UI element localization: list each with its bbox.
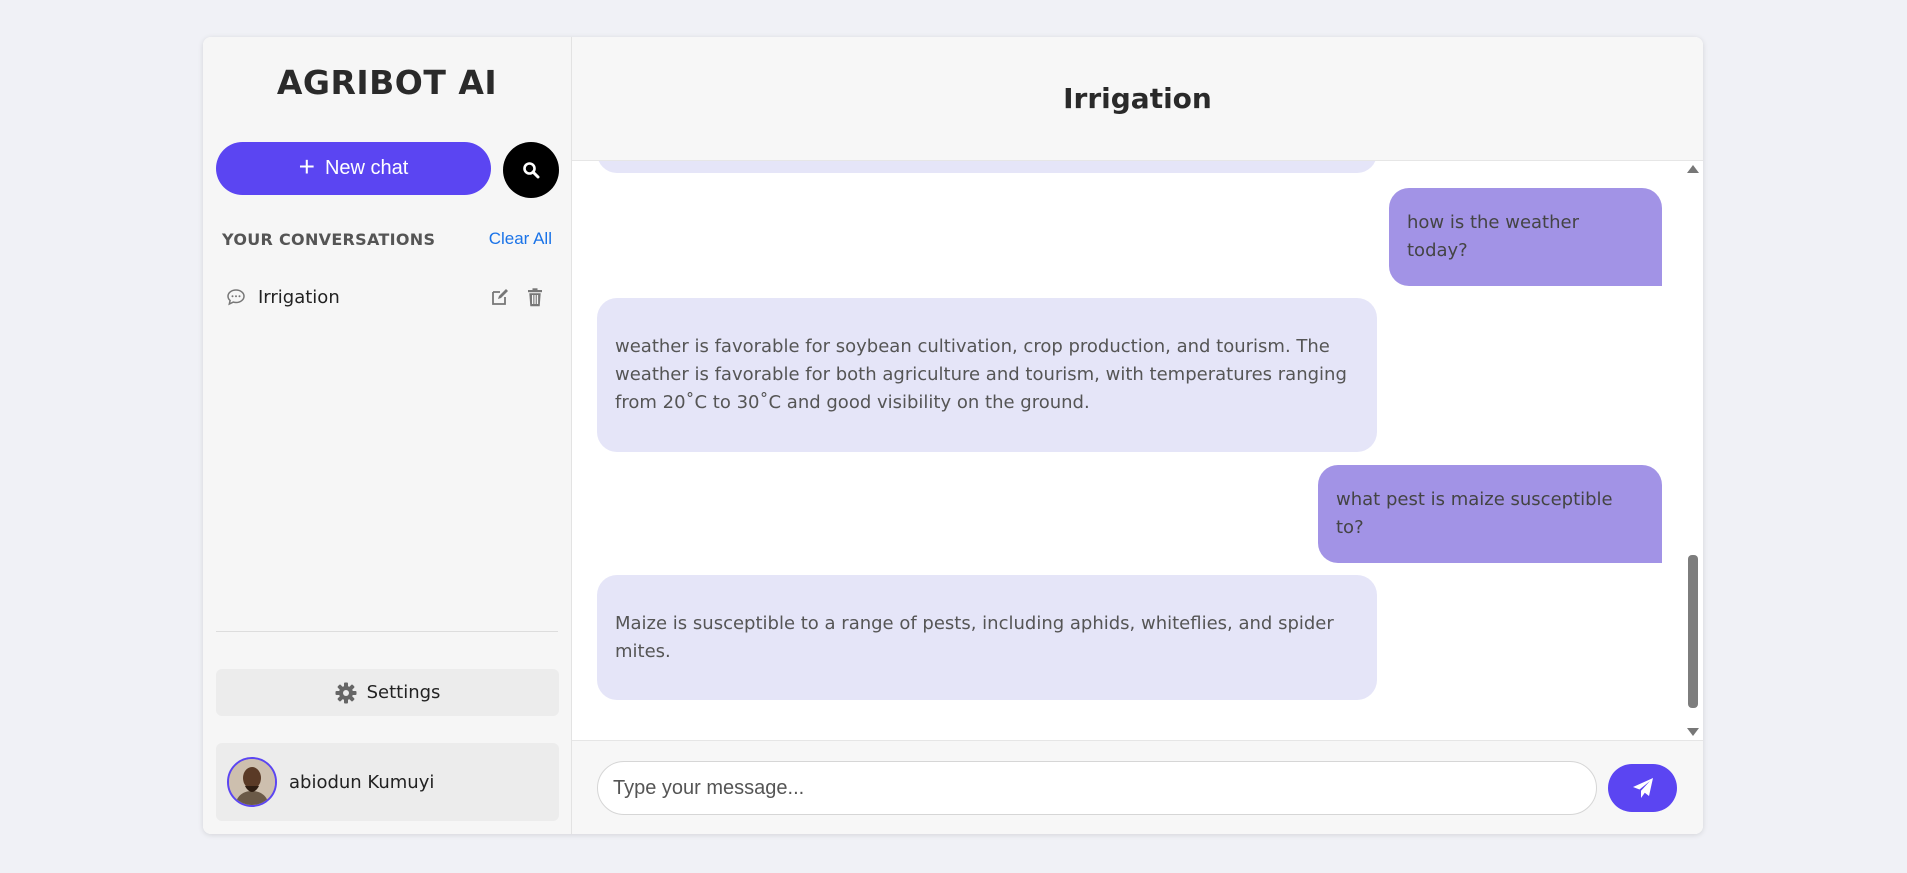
- app-window: AGRIBOT AI + New chat YOUR CONVERSATIONS…: [203, 37, 1703, 834]
- message-composer: [572, 740, 1703, 834]
- new-chat-label: New chat: [324, 157, 409, 179]
- conversations-header: YOUR CONVERSATIONS Clear All: [222, 229, 552, 249]
- sidebar-divider: [216, 631, 558, 632]
- sidebar: AGRIBOT AI + New chat YOUR CONVERSATIONS…: [203, 37, 572, 834]
- user-message: how is the weather today?: [1389, 188, 1662, 286]
- clear-all-link[interactable]: Clear All: [489, 229, 552, 249]
- brand-title: AGRIBOT AI: [276, 63, 498, 102]
- conversations-heading: YOUR CONVERSATIONS: [222, 229, 436, 249]
- send-button[interactable]: [1608, 764, 1677, 812]
- chat-panel: Irrigation how is the weather today? wea…: [572, 37, 1703, 834]
- scroll-thumb[interactable]: [1688, 555, 1698, 708]
- chat-title: Irrigation: [1063, 82, 1212, 115]
- conversation-label: Irrigation: [258, 286, 340, 308]
- bot-message-partial: [597, 161, 1377, 173]
- user-message: what pest is maize susceptible to?: [1318, 465, 1662, 563]
- message-text: how is the weather today?: [1407, 212, 1579, 261]
- avatar: [227, 757, 277, 807]
- new-chat-button[interactable]: + New chat: [216, 142, 491, 195]
- scroll-up-arrow-icon[interactable]: [1687, 165, 1699, 173]
- message-text: Maize is susceptible to a range of pests…: [615, 612, 1334, 662]
- message-input[interactable]: [597, 761, 1597, 815]
- settings-button[interactable]: Settings: [216, 669, 559, 716]
- message-text: weather is favorable for soybean cultiva…: [615, 336, 1347, 413]
- search-button[interactable]: [503, 142, 559, 198]
- search-icon: [523, 162, 540, 179]
- bot-message: weather is favorable for soybean cultiva…: [597, 298, 1377, 452]
- scroll-down-arrow-icon[interactable]: [1687, 728, 1699, 736]
- user-name: abiodun Kumuyi: [289, 771, 435, 793]
- user-profile[interactable]: abiodun Kumuyi: [216, 743, 559, 821]
- plus-icon: +: [298, 151, 315, 182]
- settings-label: Settings: [366, 682, 441, 703]
- gear-icon: [335, 682, 357, 703]
- conversation-item-irrigation[interactable]: Irrigation: [216, 277, 546, 317]
- chat-header: Irrigation: [572, 37, 1703, 161]
- send-icon: [1632, 778, 1653, 798]
- message-list: how is the weather today? weather is fav…: [572, 161, 1703, 740]
- edit-icon[interactable]: [488, 286, 510, 308]
- trash-icon[interactable]: [524, 286, 546, 308]
- message-scrollbar[interactable]: [1683, 161, 1703, 740]
- message-text: what pest is maize susceptible to?: [1336, 489, 1613, 538]
- chat-bubble-icon: [226, 286, 248, 308]
- bot-message: Maize is susceptible to a range of pests…: [597, 575, 1377, 700]
